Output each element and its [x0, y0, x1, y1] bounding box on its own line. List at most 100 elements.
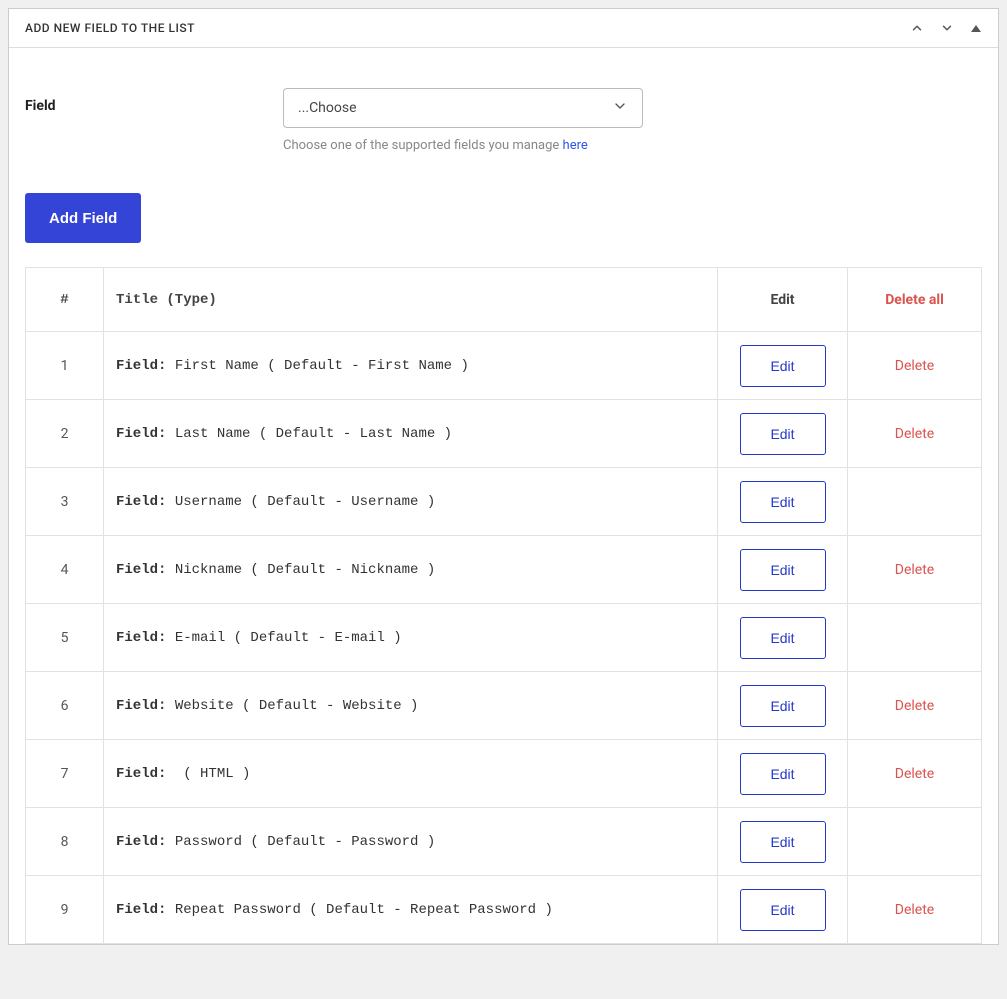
row-edit-cell: Edit: [718, 740, 848, 808]
help-text-content: Choose one of the supported fields you m…: [283, 138, 563, 153]
row-title: Field: Repeat Password ( Default - Repea…: [104, 876, 718, 944]
row-title: Field: ( HTML ): [104, 740, 718, 808]
delete-link[interactable]: Delete: [895, 698, 934, 714]
row-num: 8: [26, 808, 104, 876]
table-row: 9Field: Repeat Password ( Default - Repe…: [26, 876, 982, 944]
chevron-up-icon[interactable]: [910, 21, 924, 35]
field-prefix: Field:: [116, 630, 166, 646]
table-row: 3Field: Username ( Default - Username )E…: [26, 468, 982, 536]
row-delete-cell: [848, 468, 982, 536]
table-row: 6Field: Website ( Default - Website )Edi…: [26, 672, 982, 740]
row-title: Field: E-mail ( Default - E-mail ): [104, 604, 718, 672]
delete-all-link[interactable]: Delete all: [885, 292, 944, 308]
row-num: 5: [26, 604, 104, 672]
table-row: 7Field: ( HTML )EditDelete: [26, 740, 982, 808]
panel-header: ADD NEW FIELD TO THE LIST: [9, 9, 998, 48]
row-delete-cell: [848, 808, 982, 876]
table-header-row: # Title (Type) Edit Delete all: [26, 268, 982, 332]
row-delete-cell: Delete: [848, 876, 982, 944]
row-delete-cell: [848, 604, 982, 672]
table-row: 1Field: First Name ( Default - First Nam…: [26, 332, 982, 400]
field-select-value: ...Choose: [298, 100, 357, 116]
edit-button[interactable]: Edit: [740, 481, 826, 523]
table-row: 8Field: Password ( Default - Password )E…: [26, 808, 982, 876]
delete-link[interactable]: Delete: [895, 426, 934, 442]
field-value: Password ( Default - Password ): [166, 834, 435, 850]
field-value: Website ( Default - Website ): [166, 698, 418, 714]
row-title: Field: Nickname ( Default - Nickname ): [104, 536, 718, 604]
row-title: Field: Username ( Default - Username ): [104, 468, 718, 536]
row-edit-cell: Edit: [718, 876, 848, 944]
chevron-down-icon[interactable]: [940, 21, 954, 35]
row-edit-cell: Edit: [718, 808, 848, 876]
delete-link[interactable]: Delete: [895, 358, 934, 374]
panel-title: ADD NEW FIELD TO THE LIST: [25, 21, 195, 35]
delete-link[interactable]: Delete: [895, 562, 934, 578]
row-num: 4: [26, 536, 104, 604]
row-delete-cell: Delete: [848, 672, 982, 740]
row-num: 9: [26, 876, 104, 944]
field-prefix: Field:: [116, 766, 166, 782]
row-title: Field: First Name ( Default - First Name…: [104, 332, 718, 400]
field-form-row: Field ...Choose Choose one of the suppor…: [25, 88, 982, 153]
field-prefix: Field:: [116, 358, 166, 374]
field-prefix: Field:: [116, 494, 166, 510]
col-header-num: #: [26, 268, 104, 332]
add-field-button[interactable]: Add Field: [25, 193, 141, 243]
edit-button[interactable]: Edit: [740, 617, 826, 659]
row-title: Field: Password ( Default - Password ): [104, 808, 718, 876]
field-value: Repeat Password ( Default - Repeat Passw…: [166, 902, 552, 918]
delete-link[interactable]: Delete: [895, 902, 934, 918]
edit-button[interactable]: Edit: [740, 821, 826, 863]
field-value: First Name ( Default - First Name ): [166, 358, 468, 374]
delete-link[interactable]: Delete: [895, 766, 934, 782]
row-edit-cell: Edit: [718, 604, 848, 672]
row-delete-cell: Delete: [848, 740, 982, 808]
row-num: 3: [26, 468, 104, 536]
row-delete-cell: Delete: [848, 536, 982, 604]
edit-button[interactable]: Edit: [740, 889, 826, 931]
row-edit-cell: Edit: [718, 400, 848, 468]
row-title: Field: Last Name ( Default - Last Name ): [104, 400, 718, 468]
col-header-edit: Edit: [718, 268, 848, 332]
field-control-wrap: ...Choose Choose one of the supported fi…: [283, 88, 643, 153]
row-num: 2: [26, 400, 104, 468]
collapse-icon[interactable]: [970, 22, 982, 34]
chevron-down-icon: [612, 98, 628, 118]
fields-table: # Title (Type) Edit Delete all 1Field: F…: [25, 267, 982, 944]
row-num: 6: [26, 672, 104, 740]
add-field-panel: ADD NEW FIELD TO THE LIST Field ...Choos…: [8, 8, 999, 945]
field-value: Nickname ( Default - Nickname ): [166, 562, 435, 578]
edit-button[interactable]: Edit: [740, 753, 826, 795]
field-prefix: Field:: [116, 562, 166, 578]
row-edit-cell: Edit: [718, 468, 848, 536]
row-delete-cell: Delete: [848, 332, 982, 400]
row-title: Field: Website ( Default - Website ): [104, 672, 718, 740]
panel-controls: [910, 21, 982, 35]
field-prefix: Field:: [116, 698, 166, 714]
help-link[interactable]: here: [563, 138, 588, 153]
edit-button[interactable]: Edit: [740, 345, 826, 387]
row-num: 7: [26, 740, 104, 808]
field-label: Field: [25, 88, 283, 114]
table-row: 5Field: E-mail ( Default - E-mail )Edit: [26, 604, 982, 672]
row-num: 1: [26, 332, 104, 400]
field-help-text: Choose one of the supported fields you m…: [283, 138, 643, 153]
col-header-delete: Delete all: [848, 268, 982, 332]
edit-button[interactable]: Edit: [740, 413, 826, 455]
edit-button[interactable]: Edit: [740, 685, 826, 727]
field-prefix: Field:: [116, 426, 166, 442]
panel-body: Field ...Choose Choose one of the suppor…: [9, 48, 998, 944]
field-value: E-mail ( Default - E-mail ): [166, 630, 401, 646]
table-row: 4Field: Nickname ( Default - Nickname )E…: [26, 536, 982, 604]
field-prefix: Field:: [116, 834, 166, 850]
col-header-title: Title (Type): [104, 268, 718, 332]
row-edit-cell: Edit: [718, 536, 848, 604]
field-select[interactable]: ...Choose: [283, 88, 643, 128]
table-row: 2Field: Last Name ( Default - Last Name …: [26, 400, 982, 468]
field-prefix: Field:: [116, 902, 166, 918]
row-delete-cell: Delete: [848, 400, 982, 468]
field-value: Username ( Default - Username ): [166, 494, 435, 510]
field-value: ( HTML ): [166, 766, 250, 782]
edit-button[interactable]: Edit: [740, 549, 826, 591]
